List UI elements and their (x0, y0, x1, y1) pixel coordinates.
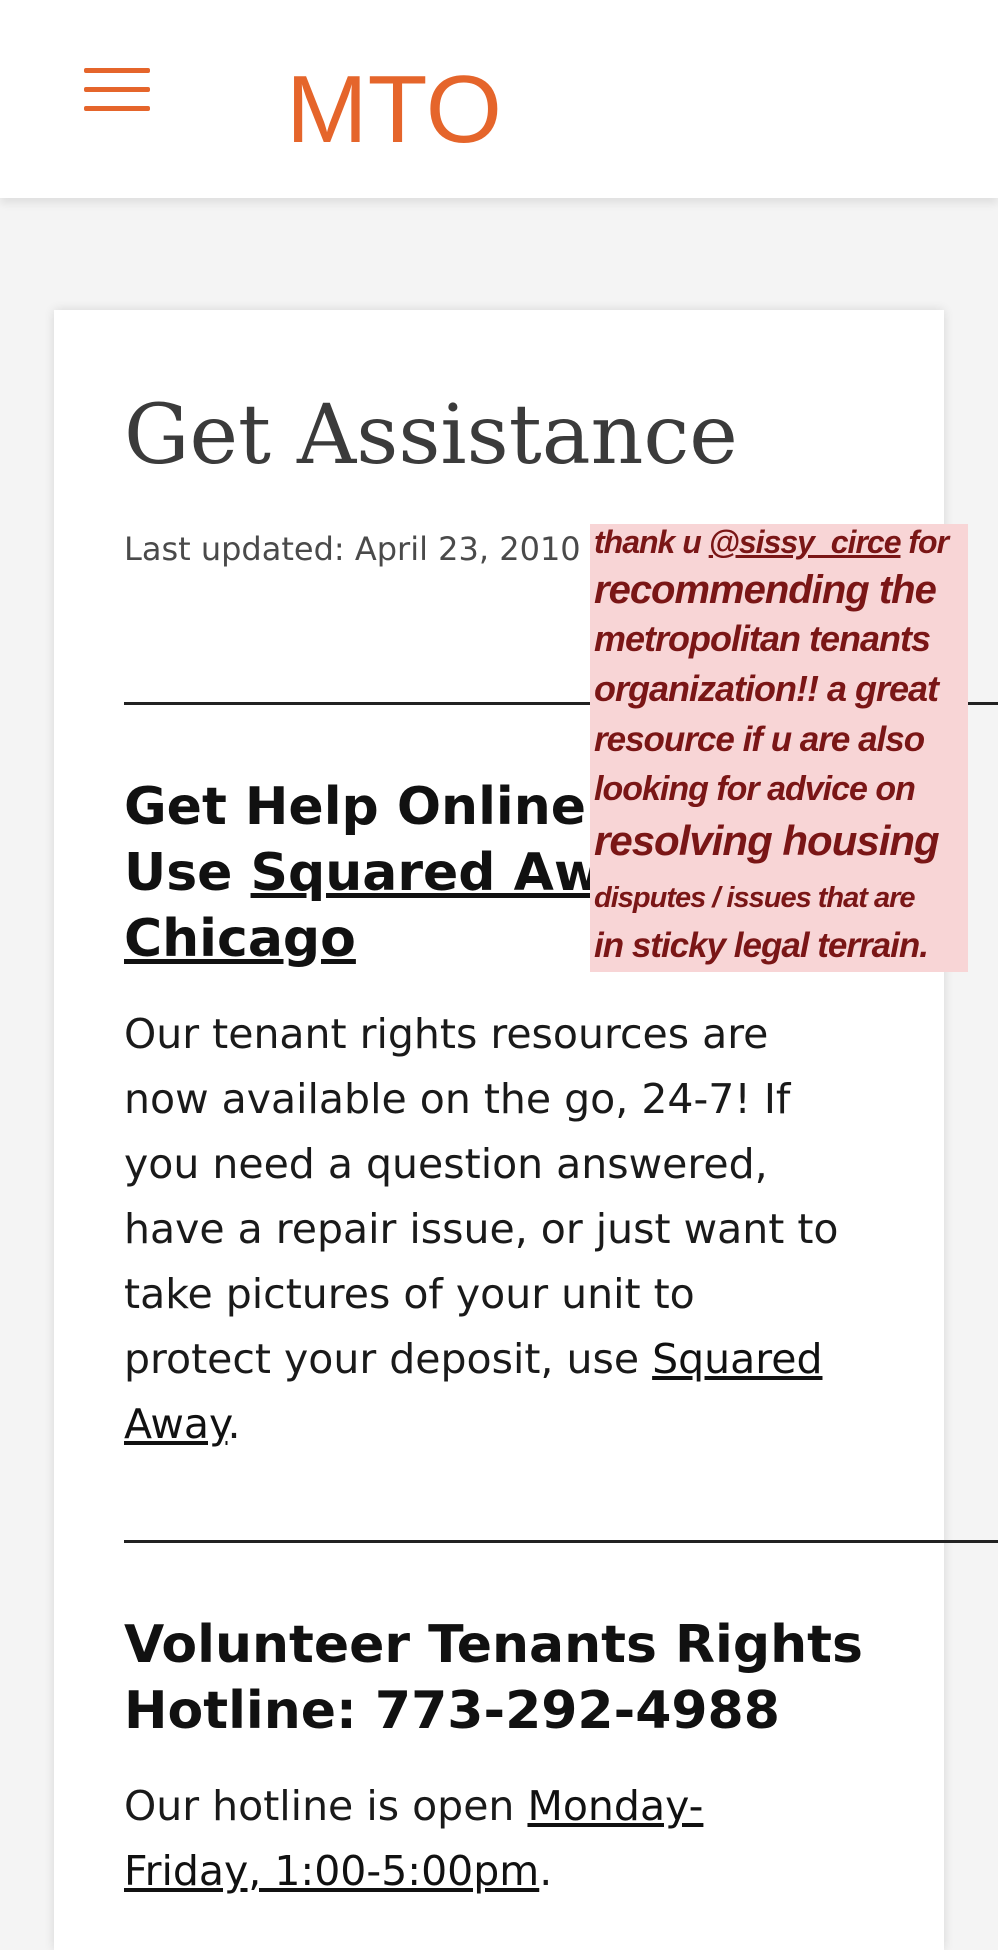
section-heading-get-help: Get Help Online: Use Squared Aw Chicago (124, 774, 607, 972)
squared-away-heading-link[interactable]: Squared Aw (251, 843, 602, 903)
hours-link[interactable]: Monday- (527, 1782, 703, 1830)
squared-away-link[interactable]: Squared (652, 1335, 822, 1383)
period: . (539, 1847, 553, 1895)
divider (124, 1540, 998, 1543)
paragraph-line: Our tenant rights resources are (124, 1010, 769, 1058)
caption-overlay: thank u @sissy_circe for recommending th… (590, 524, 968, 972)
overlay-text: for (900, 524, 949, 560)
overlay-line: resolving housing (594, 817, 940, 864)
overlay-line-1: thank u @sissy_circe for (594, 526, 964, 558)
section-heading-hotline: Volunteer Tenants Rights Hotline: 773-29… (124, 1612, 863, 1744)
page-title: Get Assistance (124, 388, 738, 483)
paragraph-line: protect your deposit, use (124, 1335, 653, 1383)
paragraph-line: now available on the go, 24-7! If (124, 1075, 791, 1123)
section-paragraph-hotline: Our hotline is open Monday- Friday, 1:00… (124, 1774, 703, 1904)
hours-link-continued[interactable]: Friday, 1:00-5:00pm (124, 1847, 539, 1895)
hamburger-icon-bar (84, 87, 150, 92)
chicago-heading-link[interactable]: Chicago (124, 909, 356, 969)
squared-away-link-continued[interactable]: Away (124, 1400, 227, 1448)
paragraph-line: have a repair issue, or just want to (124, 1205, 839, 1253)
overlay-line: organization!! a great (594, 668, 939, 709)
logo-text: MTO (286, 56, 502, 148)
overlay-line: in sticky legal terrain. (594, 926, 929, 965)
paragraph-line: you need a question answered, (124, 1140, 768, 1188)
section-paragraph-get-help: Our tenant rights resources are now avai… (124, 1002, 839, 1457)
overlay-line: disputes / issues that are (594, 882, 916, 914)
hamburger-icon-bar (84, 106, 150, 111)
period: . (227, 1400, 241, 1448)
overlay-text: thank u (594, 524, 709, 560)
heading-prefix: Use (124, 843, 251, 903)
menu-button[interactable] (84, 68, 150, 112)
top-header: MTO (0, 0, 998, 198)
overlay-line: metropolitan tenants (594, 618, 931, 659)
heading-line: Volunteer Tenants Rights (124, 1615, 863, 1675)
overlay-line: looking for advice on (594, 770, 916, 808)
overlay-line: recommending the (594, 568, 937, 612)
last-updated: Last updated: April 23, 2010 – (124, 530, 607, 568)
paragraph-line: Our hotline is open (124, 1782, 528, 1830)
mention-link[interactable]: @sissy_circe (709, 524, 902, 560)
paragraph-line: take pictures of your unit to (124, 1270, 695, 1318)
hotline-phone: Hotline: 773-292-4988 (124, 1681, 780, 1741)
hamburger-icon (84, 68, 150, 73)
mto-logo[interactable]: MTO (286, 44, 506, 148)
heading-line: Get Help Online: (124, 777, 607, 837)
overlay-line: resource if u are also (594, 720, 925, 759)
